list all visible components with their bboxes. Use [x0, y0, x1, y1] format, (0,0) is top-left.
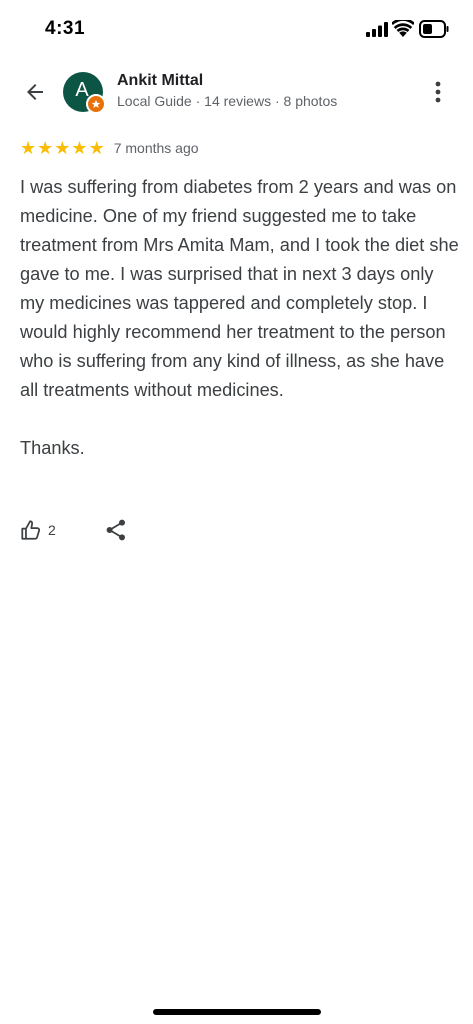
review-text: I was suffering from diabetes from 2 yea…	[20, 177, 459, 458]
battery-icon	[419, 20, 449, 38]
rating-row: ★ ★ ★ ★ ★ 7 months ago	[20, 138, 199, 158]
status-bar: 4:31	[0, 0, 473, 60]
star-icon: ★	[54, 138, 71, 158]
star-rating: ★ ★ ★ ★ ★	[20, 139, 105, 157]
reviewer-meta: Local Guide · 14 reviews · 8 photos	[117, 93, 338, 109]
signal-icon	[366, 22, 388, 37]
status-time: 4:31	[45, 18, 86, 39]
review-time: 7 months ago	[113, 140, 199, 156]
review-actions: 2	[20, 516, 126, 544]
local-guide-badge-icon	[86, 94, 106, 114]
more-options-button[interactable]	[426, 76, 450, 108]
star-icon: ★	[37, 138, 54, 158]
share-icon	[106, 519, 125, 541]
like-count: 2	[48, 522, 56, 538]
more-vertical-icon	[435, 81, 441, 103]
arrow-left-icon	[27, 84, 43, 100]
back-button[interactable]	[18, 76, 52, 108]
share-button[interactable]	[106, 519, 126, 541]
badge-star-icon	[91, 99, 101, 108]
star-icon: ★	[71, 138, 88, 158]
like-button[interactable]: 2	[20, 519, 56, 541]
star-icon: ★	[20, 138, 37, 158]
wifi-icon	[392, 20, 414, 37]
review-header: A Ankit Mittal Local Guide · 14 reviews …	[0, 62, 473, 122]
star-icon: ★	[88, 138, 105, 158]
home-indicator[interactable]	[153, 1009, 321, 1015]
reviewer-name[interactable]: Ankit Mittal	[117, 72, 203, 90]
thumbs-up-icon	[21, 520, 41, 540]
